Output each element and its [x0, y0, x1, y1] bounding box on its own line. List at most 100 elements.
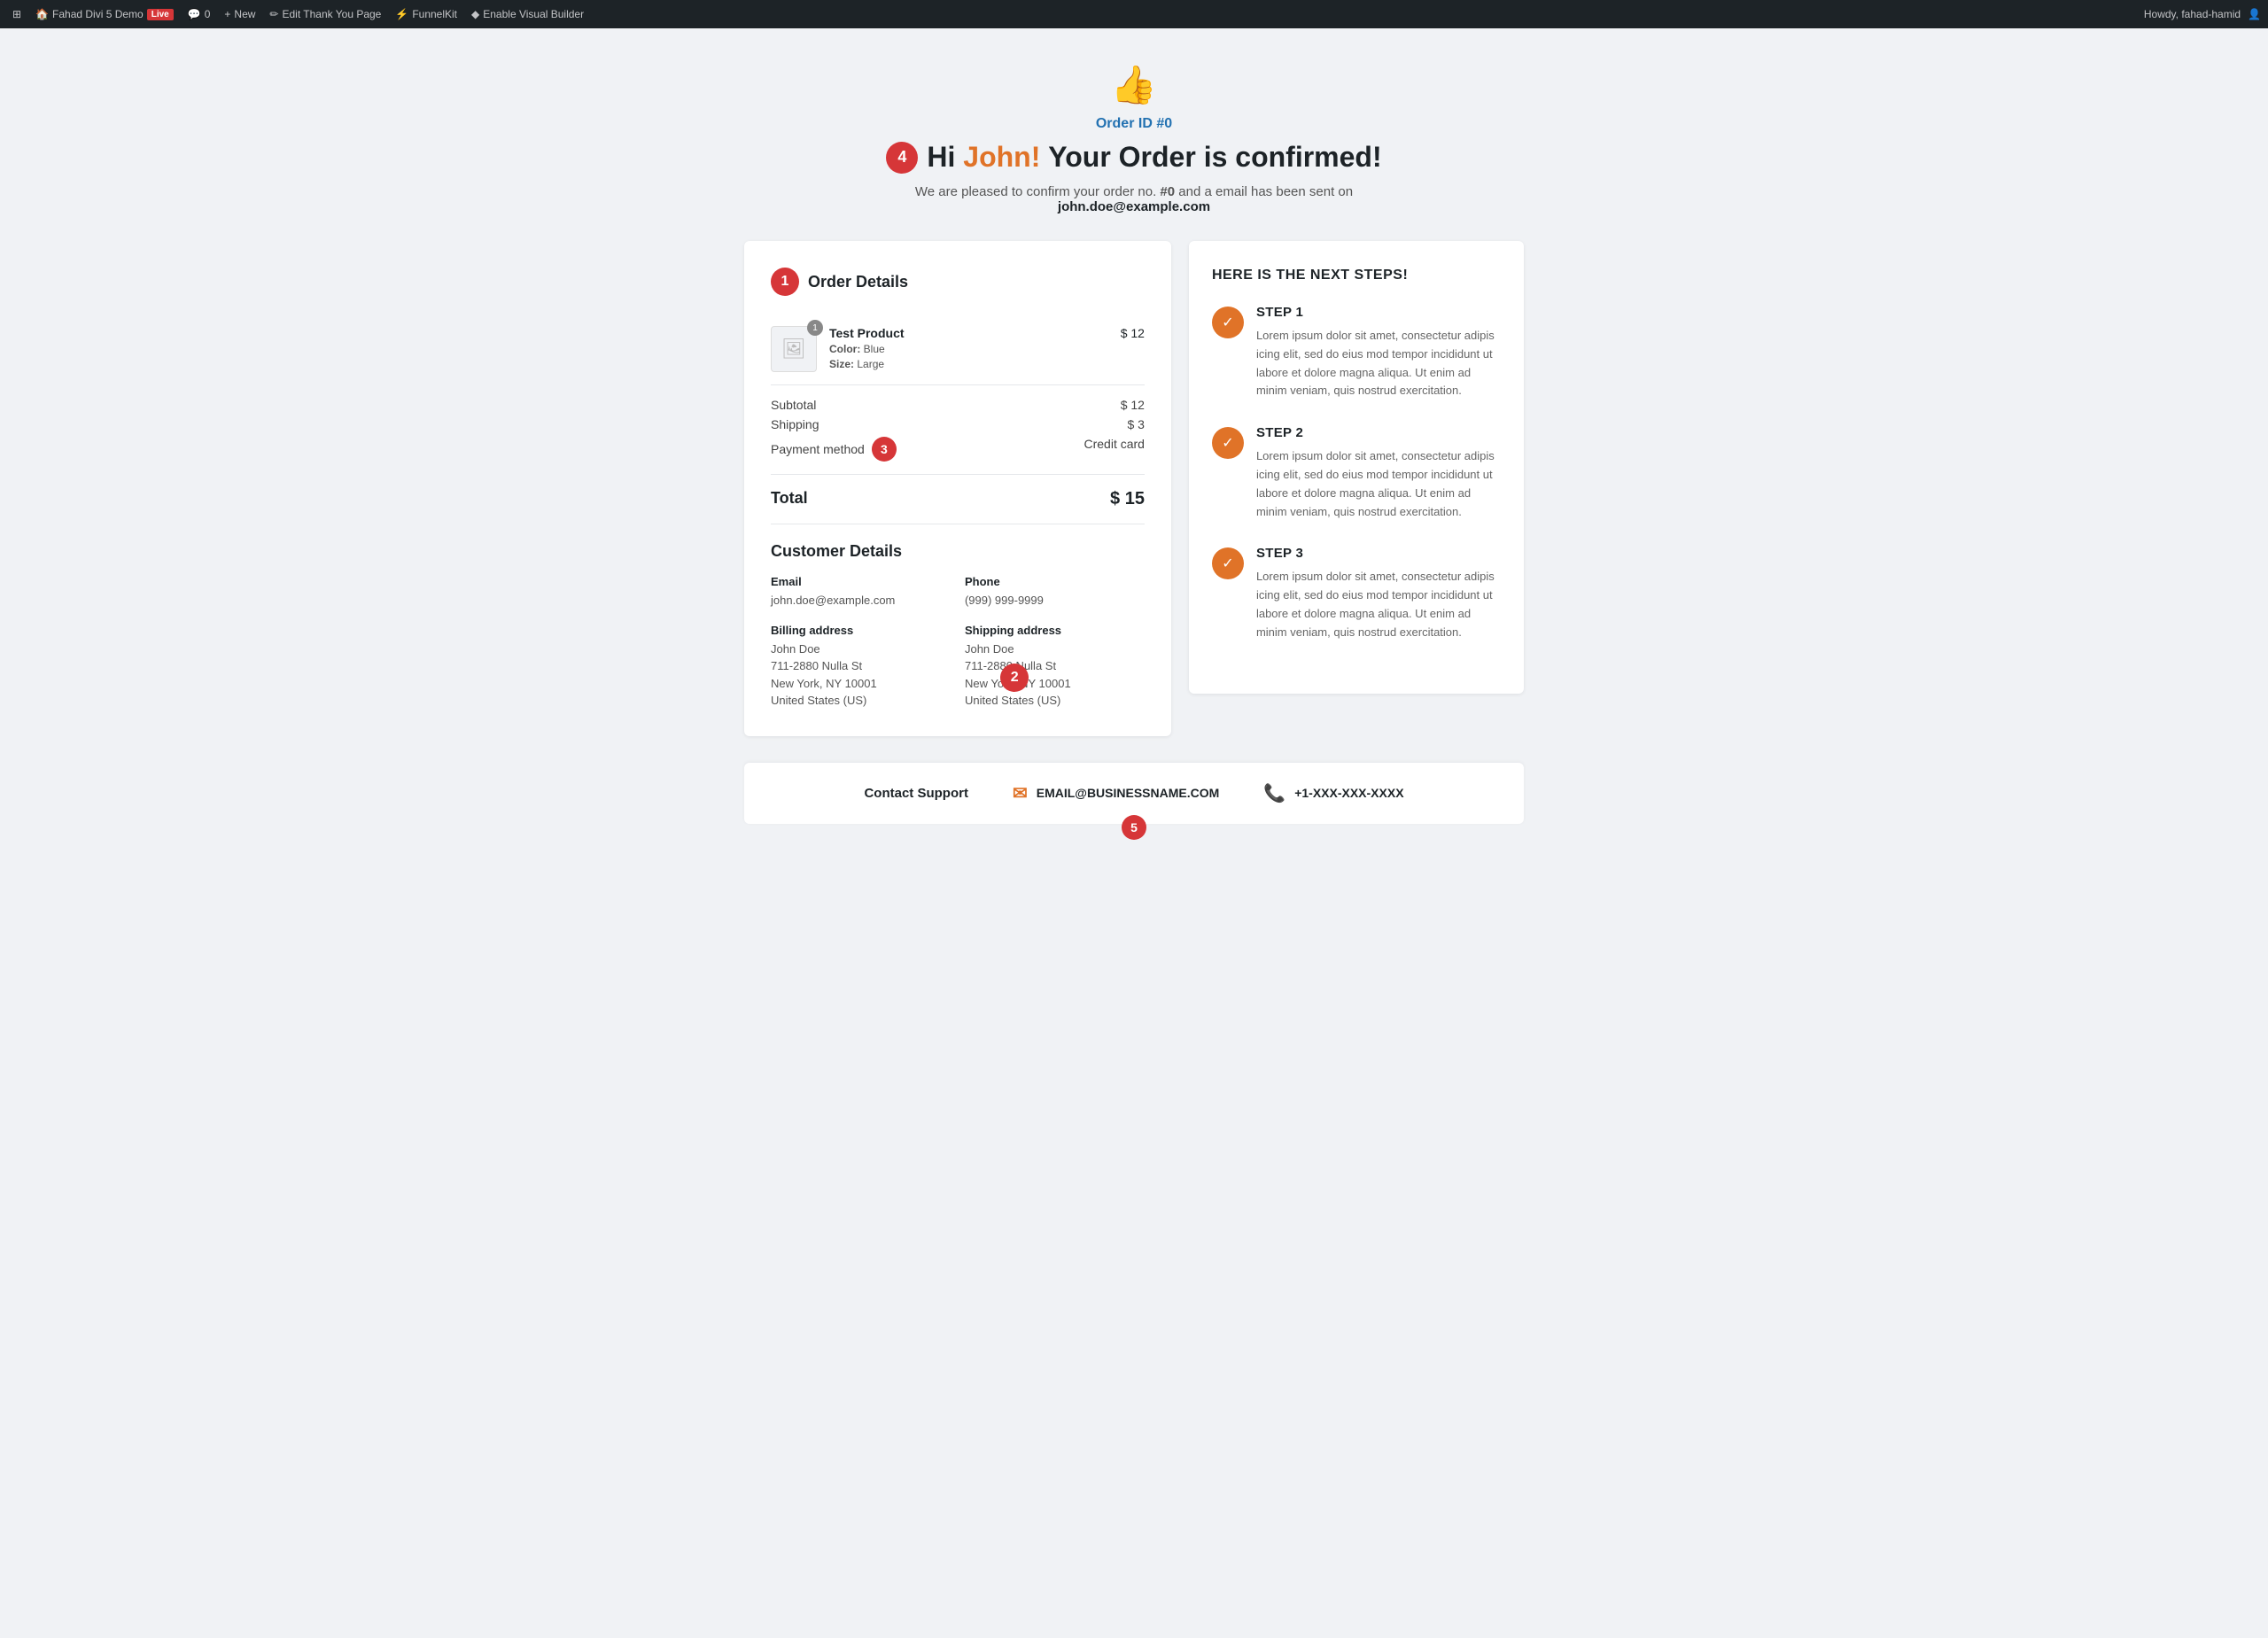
shipping-row: Shipping $ 3 — [771, 417, 1145, 431]
footer-bar: Contact Support ✉ EMAIL@BUSINESSNAME.COM… — [744, 763, 1524, 824]
total-label: Total — [771, 489, 808, 509]
admin-bar-right: Howdy, fahad-hamid 👤 — [2144, 8, 2261, 20]
product-image: 🖼 1 — [771, 326, 817, 372]
next-steps-panel: HERE IS THE NEXT STEPS! ✓ STEP 1 Lorem i… — [1189, 241, 1524, 694]
shipping-value: $ 3 — [1127, 417, 1144, 431]
payment-method-wrapper: Payment method 3 — [771, 437, 897, 462]
customer-section: Customer Details Email john.doe@example.… — [771, 542, 1145, 710]
color-value: Blue — [864, 343, 885, 355]
avatar: 👤 — [2248, 8, 2261, 20]
color-label: Color: — [829, 343, 860, 355]
product-row: 🖼 1 Test Product Color: Blue Size: Large… — [771, 314, 1145, 385]
badge-5: 5 — [1122, 815, 1146, 840]
subtotal-value: $ 12 — [1121, 398, 1145, 412]
edit-page-button[interactable]: ✏ Edit Thank You Page — [264, 0, 386, 28]
step-2-content: STEP 2 Lorem ipsum dolor sit amet, conse… — [1256, 425, 1501, 521]
confirm-subtext: We are pleased to confirm your order no.… — [18, 184, 2250, 214]
header-section: 👍 Order ID #0 4 Hi John! Your Order is c… — [18, 64, 2250, 214]
email-label: Email — [771, 575, 951, 588]
email-value: john.doe@example.com — [771, 592, 951, 609]
step-1-content: STEP 1 Lorem ipsum dolor sit amet, conse… — [1256, 305, 1501, 400]
payment-label: Payment method — [771, 442, 865, 456]
phone-field: Phone (999) 999-9999 — [965, 575, 1145, 609]
main-content: 1 Order Details 🖼 1 Test Product Color: … — [744, 241, 1524, 736]
edit-icon: ✏ — [269, 8, 278, 20]
badge-2-wrapper: 2 — [1000, 664, 1029, 692]
size-label: Size: — [829, 358, 854, 370]
page-wrapper: 👍 Order ID #0 4 Hi John! Your Order is c… — [0, 28, 2268, 1638]
email-contact[interactable]: ✉ EMAIL@BUSINESSNAME.COM — [1013, 782, 1219, 804]
step-3-desc: Lorem ipsum dolor sit amet, consectetur … — [1256, 568, 1501, 641]
wp-icon: ⊞ — [12, 8, 21, 20]
admin-bar: ⊞ 🏠 Fahad Divi 5 Demo Live 💬 0 + New ✏ E… — [0, 0, 2268, 28]
customer-details-title: Customer Details — [771, 542, 1145, 561]
section-1-badge: 1 — [771, 268, 799, 296]
funnelkit-icon: ⚡ — [395, 8, 408, 20]
step-3-check-icon: ✓ — [1212, 547, 1244, 579]
greeting-text: Hi John! Your Order is confirmed! — [927, 141, 1381, 174]
badge-2: 2 — [1000, 664, 1029, 692]
total-value: $ 15 — [1110, 489, 1145, 509]
phone-icon: 📞 — [1263, 782, 1285, 804]
phone-label: Phone — [965, 575, 1145, 588]
badge-5-wrapper: 5 — [1122, 815, 1146, 840]
site-name-button[interactable]: 🏠 Fahad Divi 5 Demo Live — [30, 0, 179, 28]
order-details-title: Order Details — [808, 273, 908, 291]
product-size: Size: Large — [829, 358, 1108, 370]
shipping-label: Shipping — [771, 417, 819, 431]
subtotal-label: Subtotal — [771, 398, 816, 412]
comments-count: 0 — [205, 8, 211, 20]
visual-builder-label: Enable Visual Builder — [483, 8, 584, 20]
site-icon: 🏠 — [35, 8, 49, 20]
order-details-header: 1 Order Details — [771, 268, 1145, 296]
visual-builder-button[interactable]: ◆ Enable Visual Builder — [466, 0, 589, 28]
step-3-name: STEP 3 — [1256, 546, 1501, 561]
funnelkit-label: FunnelKit — [412, 8, 457, 20]
product-color: Color: Blue — [829, 343, 1108, 355]
wp-logo-button[interactable]: ⊞ — [7, 0, 27, 28]
billing-address-field: Billing address John Doe711-2880 Nulla S… — [771, 624, 951, 710]
shipping-value: John Doe711-2880 Nulla StNew York, NY 10… — [965, 640, 1145, 710]
product-info: Test Product Color: Blue Size: Large — [829, 326, 1108, 370]
footer-phone: +1-XXX-XXX-XXXX — [1294, 786, 1403, 800]
step-2-item: ✓ STEP 2 Lorem ipsum dolor sit amet, con… — [1212, 425, 1501, 521]
payment-value: Credit card — [1084, 437, 1144, 462]
step-2-name: STEP 2 — [1256, 425, 1501, 440]
billing-value: John Doe711-2880 Nulla StNew York, NY 10… — [771, 640, 951, 710]
step-3-content: STEP 3 Lorem ipsum dolor sit amet, conse… — [1256, 546, 1501, 641]
step-1-check-icon: ✓ — [1212, 307, 1244, 338]
howdy-text: Howdy, fahad-hamid — [2144, 8, 2241, 20]
step-1-item: ✓ STEP 1 Lorem ipsum dolor sit amet, con… — [1212, 305, 1501, 400]
next-steps-title: HERE IS THE NEXT STEPS! — [1212, 268, 1501, 283]
new-button[interactable]: + New — [219, 0, 260, 28]
step-2-desc: Lorem ipsum dolor sit amet, consectetur … — [1256, 447, 1501, 521]
thumbs-up-icon: 👍 — [18, 64, 2250, 107]
shipping-label: Shipping address — [965, 624, 1145, 637]
edit-page-label: Edit Thank You Page — [282, 8, 381, 20]
divi-icon: ◆ — [471, 8, 479, 20]
order-confirmed-heading: 4 Hi John! Your Order is confirmed! — [18, 141, 2250, 174]
shipping-address-field: Shipping address John Doe711-2880 Nulla … — [965, 624, 1145, 710]
email-icon: ✉ — [1013, 782, 1028, 804]
contact-support-label: Contact Support — [864, 786, 968, 801]
order-id: Order ID #0 — [18, 116, 2250, 132]
site-name-label: Fahad Divi 5 Demo — [52, 8, 144, 20]
badge-3: 3 — [872, 437, 897, 462]
comments-icon: 💬 — [188, 8, 201, 20]
product-qty-badge: 1 — [807, 320, 823, 336]
size-value: Large — [857, 358, 884, 370]
email-field: Email john.doe@example.com — [771, 575, 951, 609]
billing-label: Billing address — [771, 624, 951, 637]
step-1-desc: Lorem ipsum dolor sit amet, consectetur … — [1256, 327, 1501, 400]
phone-contact[interactable]: 📞 +1-XXX-XXX-XXXX — [1263, 782, 1403, 804]
step-1-name: STEP 1 — [1256, 305, 1501, 320]
phone-value: (999) 999-9999 — [965, 592, 1145, 609]
product-name: Test Product — [829, 326, 1108, 340]
comments-button[interactable]: 💬 0 — [183, 0, 216, 28]
plus-icon: + — [224, 8, 230, 20]
order-panel: 1 Order Details 🖼 1 Test Product Color: … — [744, 241, 1171, 736]
new-label: New — [234, 8, 255, 20]
funnelkit-button[interactable]: ⚡ FunnelKit — [390, 0, 462, 28]
subtotal-row: Subtotal $ 12 — [771, 398, 1145, 412]
footer-email: EMAIL@BUSINESSNAME.COM — [1037, 786, 1220, 800]
